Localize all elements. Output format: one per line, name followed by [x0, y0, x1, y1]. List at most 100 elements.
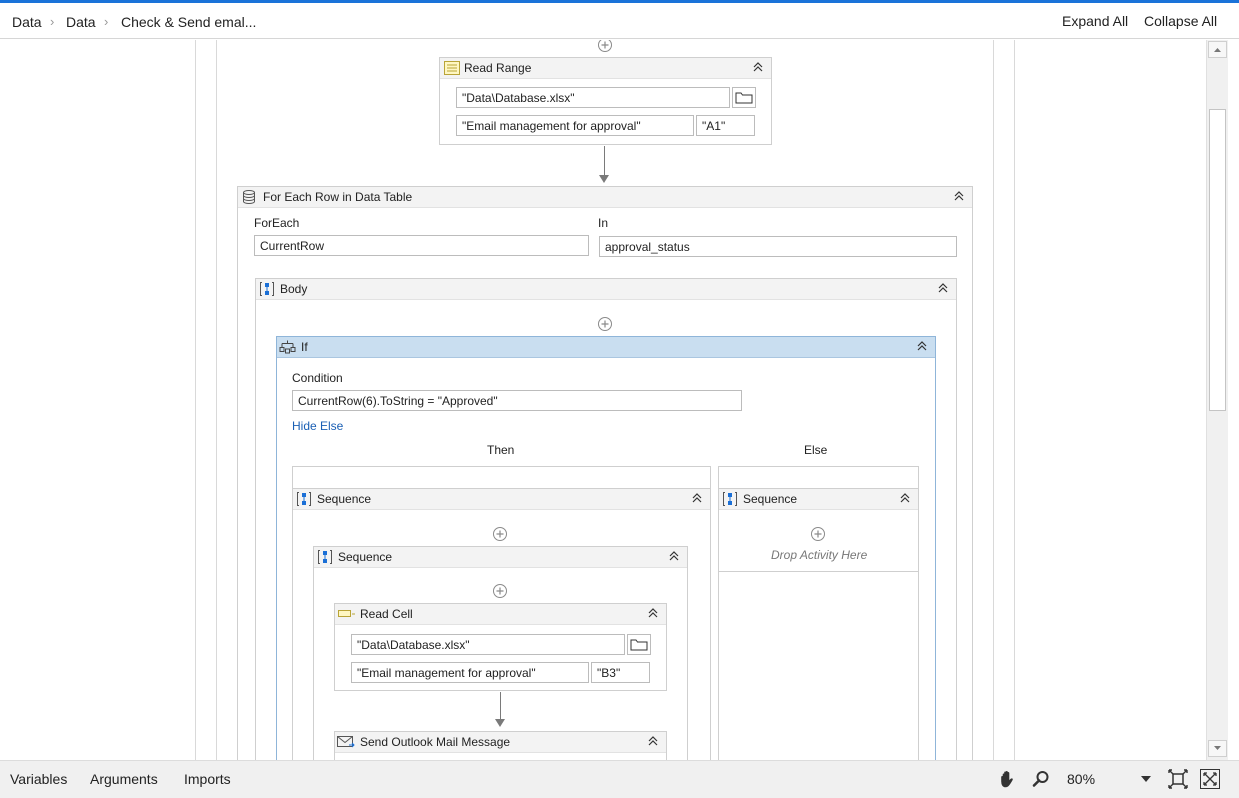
- browse-folder-button[interactable]: [732, 87, 756, 108]
- condition-field[interactable]: CurrentRow(6).ToString = "Approved": [292, 390, 742, 411]
- pan-hand-icon[interactable]: [998, 769, 1018, 789]
- flow-connector: [500, 692, 501, 720]
- triangle-up-icon: [1214, 48, 1221, 52]
- inner-sequence[interactable]: Sequence Read Cell "Data\Database.xlsx" …: [313, 546, 688, 760]
- hide-else-link[interactable]: Hide Else: [292, 419, 343, 433]
- sequence-icon: [260, 282, 274, 296]
- read-cell-activity[interactable]: Read Cell "Data\Database.xlsx" "Email ma…: [334, 603, 667, 691]
- sheet-name-field[interactable]: "Email management for approval": [456, 115, 694, 136]
- collapse-all-button[interactable]: Collapse All: [1144, 13, 1217, 29]
- chevron-double-up-icon[interactable]: [751, 60, 765, 74]
- breadcrumb-item-2[interactable]: Data: [66, 14, 96, 30]
- for-each-row-activity[interactable]: For Each Row in Data Table ForEach Curre…: [237, 186, 973, 760]
- body-container[interactable]: Body If Condition CurrentRow(6).ToString…: [255, 278, 957, 760]
- workflow-canvas[interactable]: Read Range "Data\Database.xlsx" "Email m…: [0, 40, 1228, 760]
- designer-header: Data › Data › Check & Send emal... Expan…: [0, 3, 1239, 39]
- inner-sequence-header: Sequence: [314, 547, 687, 568]
- excel-range-icon: [444, 61, 460, 75]
- expand-all-button[interactable]: Expand All: [1062, 13, 1128, 29]
- triangle-down-icon: [1214, 746, 1221, 750]
- add-activity-icon[interactable]: [492, 583, 508, 599]
- sequence-icon: [723, 492, 737, 506]
- flow-connector: [604, 146, 605, 176]
- imports-tab[interactable]: Imports: [184, 771, 231, 787]
- chevron-double-up-icon[interactable]: [646, 734, 660, 748]
- read-cell-title: Read Cell: [360, 607, 413, 621]
- else-drop-zone[interactable]: Sequence Drop Activity Here: [718, 466, 919, 760]
- sequence-border-left: [195, 40, 196, 760]
- body-title: Body: [280, 282, 308, 296]
- if-activity[interactable]: If Condition CurrentRow(6).ToString = "A…: [276, 336, 936, 760]
- chevron-double-up-icon[interactable]: [646, 606, 660, 620]
- chevron-double-up-icon[interactable]: [667, 549, 681, 563]
- inner-sequence-title: Sequence: [338, 550, 393, 564]
- condition-label: Condition: [292, 371, 343, 385]
- breadcrumb-item-1[interactable]: Data: [12, 14, 42, 30]
- variables-tab[interactable]: Variables: [10, 771, 67, 787]
- excel-cell-icon: [338, 610, 355, 617]
- read-range-title: Read Range: [464, 61, 532, 75]
- chevron-double-up-icon[interactable]: [915, 339, 929, 353]
- cell-field[interactable]: "B3": [591, 662, 650, 683]
- sequence-border-right: [1014, 40, 1015, 760]
- sequence-border-right-inner: [993, 40, 994, 760]
- body-header: Body: [256, 279, 956, 300]
- browse-folder-button[interactable]: [627, 634, 651, 655]
- read-cell-header: Read Cell: [335, 604, 666, 625]
- zoom-level-select[interactable]: 80%: [1067, 771, 1095, 787]
- for-each-row-header: For Each Row in Data Table: [238, 187, 972, 208]
- scroll-thumb[interactable]: [1209, 109, 1226, 411]
- zoom-search-icon[interactable]: [1031, 769, 1051, 789]
- chevron-double-up-icon[interactable]: [936, 281, 950, 295]
- scroll-down-button[interactable]: [1208, 740, 1227, 757]
- sequence-icon: [297, 492, 311, 506]
- scroll-up-button[interactable]: [1208, 41, 1227, 58]
- for-each-row-title: For Each Row in Data Table: [263, 190, 413, 204]
- send-outlook-mail-activity[interactable]: Send Outlook Mail Message: [334, 731, 667, 760]
- mail-icon: [337, 736, 355, 748]
- add-activity-icon[interactable]: [810, 526, 826, 542]
- if-title: If: [301, 340, 308, 354]
- in-label: In: [598, 216, 609, 230]
- chevron-down-icon[interactable]: [1140, 774, 1152, 784]
- then-sequence-header: Sequence: [293, 489, 710, 510]
- send-outlook-mail-header: Send Outlook Mail Message: [335, 732, 666, 753]
- sequence-border-left-inner: [216, 40, 217, 760]
- then-drop-zone[interactable]: Sequence Sequence Read Cell "Data\Databa…: [292, 466, 711, 760]
- foreach-variable-field[interactable]: CurrentRow: [254, 235, 589, 256]
- arguments-tab[interactable]: Arguments: [90, 771, 158, 787]
- then-sequence[interactable]: Sequence Sequence Read Cell "Data\Databa…: [293, 488, 710, 760]
- chevron-right-icon: ›: [50, 14, 55, 29]
- chevron-right-icon: ›: [104, 14, 109, 29]
- range-field[interactable]: "A1": [696, 115, 755, 136]
- add-activity-icon[interactable]: [597, 40, 613, 53]
- data-table-icon: [243, 190, 255, 205]
- workbook-path-field[interactable]: "Data\Database.xlsx": [351, 634, 625, 655]
- vertical-scrollbar[interactable]: [1206, 40, 1228, 760]
- else-sequence[interactable]: Sequence Drop Activity Here: [719, 488, 918, 572]
- fit-to-screen-icon[interactable]: [1168, 769, 1188, 789]
- in-datatable-field[interactable]: approval_status: [599, 236, 957, 257]
- else-sequence-header: Sequence: [719, 489, 918, 510]
- workbook-path-field[interactable]: "Data\Database.xlsx": [456, 87, 730, 108]
- arrow-down-icon: [495, 719, 505, 727]
- if-header: If: [277, 337, 935, 358]
- if-decision-icon: [279, 340, 296, 354]
- add-activity-icon[interactable]: [597, 316, 613, 332]
- designer-footer: Variables Arguments Imports 80%: [0, 760, 1239, 798]
- read-range-header: Read Range: [440, 58, 771, 79]
- then-label: Then: [487, 443, 515, 457]
- drop-activity-placeholder: Drop Activity Here: [771, 548, 868, 562]
- sequence-icon: [318, 550, 332, 564]
- add-activity-icon[interactable]: [492, 526, 508, 542]
- chevron-double-up-icon[interactable]: [690, 491, 704, 505]
- chevron-double-up-icon[interactable]: [898, 491, 912, 505]
- breadcrumb-item-3[interactable]: Check & Send emal...: [121, 14, 256, 30]
- send-outlook-mail-title: Send Outlook Mail Message: [360, 735, 511, 749]
- chevron-double-up-icon[interactable]: [952, 189, 966, 203]
- sheet-name-field[interactable]: "Email management for approval": [351, 662, 589, 683]
- else-label: Else: [804, 443, 828, 457]
- read-range-activity[interactable]: Read Range "Data\Database.xlsx" "Email m…: [439, 57, 772, 145]
- overview-icon[interactable]: [1200, 769, 1220, 789]
- foreach-label: ForEach: [254, 216, 300, 230]
